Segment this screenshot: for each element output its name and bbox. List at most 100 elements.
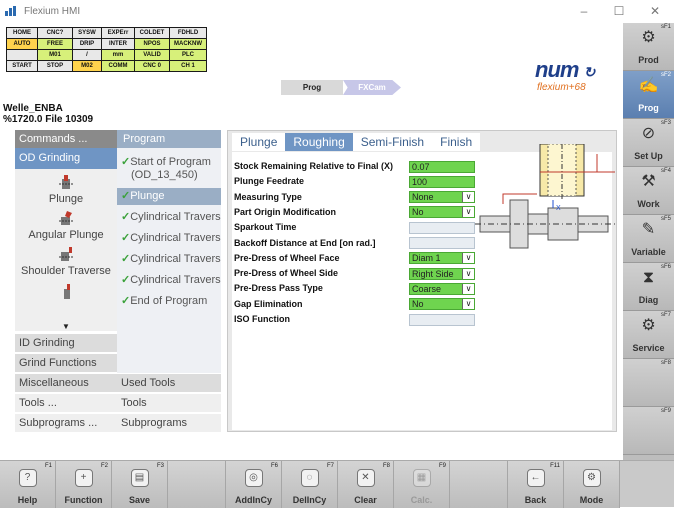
program-item[interactable]: ✓Cylindrical Travers — [117, 209, 221, 226]
fxcam-pill[interactable]: FXCam — [343, 80, 401, 95]
softkey-blank-8[interactable]: sF9 — [623, 407, 674, 455]
label-pre-dress-of-wheel-face: Pre-Dress of Wheel Face — [234, 252, 340, 263]
input-plunge-feedrate[interactable]: 100 — [409, 175, 475, 188]
logo-swirl-icon: ↻ — [583, 64, 596, 80]
command-subprograms[interactable]: Subprograms ... — [15, 413, 117, 432]
clear-icon: ✕ — [356, 469, 375, 487]
part-name: Welle_ENBA — [3, 103, 63, 114]
x-axis-label: X — [556, 205, 561, 212]
softkey-addincy[interactable]: F6 ◎ AddInCy — [226, 461, 282, 508]
softkey-fnum: F1 — [44, 463, 52, 469]
scroll-down-arrow-icon[interactable]: ▼ — [62, 322, 70, 331]
tab-roughing[interactable]: Roughing — [285, 133, 353, 151]
select-pre-dress-of-wheel-face[interactable]: Diam 1 ∨ — [409, 252, 475, 265]
select-value: Coarse — [412, 283, 442, 294]
label-pre-dress-of-wheel-side: Pre-Dress of Wheel Side — [234, 268, 339, 279]
softkey-work[interactable]: sF4 ⚒ Work — [623, 167, 674, 215]
softkey-help[interactable]: F1? Help — [0, 461, 56, 508]
tab-plunge[interactable]: Plunge — [232, 133, 286, 151]
program-item[interactable]: ✓End of Program — [117, 293, 221, 310]
chevron-down-icon[interactable]: ∨ — [462, 253, 474, 264]
softkey-back[interactable]: F11 ← Back — [508, 461, 564, 508]
softkey-save[interactable]: F3 ▤ Save — [112, 461, 168, 508]
status-cell: START — [7, 61, 37, 71]
softkey-prod[interactable]: sF1 ⚙ Prod — [623, 23, 674, 71]
softkey-label: Mode — [579, 495, 604, 505]
input-stock-remaining-relative-to-final-x[interactable]: 0.07 — [409, 160, 475, 173]
maximize-button[interactable]: ☐ — [602, 0, 636, 22]
chevron-down-icon[interactable]: ∨ — [462, 192, 474, 203]
softkey-prog[interactable]: sF2 ✍ Prog — [623, 71, 674, 119]
part-info: Welle_ENBA %1720.0 File 10309 — [3, 103, 93, 125]
input-sparkout-time[interactable] — [409, 221, 475, 234]
command-od-grinding[interactable]: OD Grinding — [15, 148, 117, 169]
save-icon: ▤ — [130, 469, 149, 487]
chevron-down-icon[interactable]: ∨ — [462, 283, 474, 294]
softkey-variable[interactable]: sF5 ✎ Variable — [623, 215, 674, 263]
subprograms-row[interactable]: Subprograms — [117, 413, 221, 432]
command-next-tool[interactable] — [15, 283, 117, 299]
command-shoulder-traverse[interactable]: Shoulder Traverse — [15, 247, 117, 277]
chevron-down-icon[interactable]: ∨ — [462, 299, 474, 310]
softkey-delincy[interactable]: F7 ◌ DelInCy — [282, 461, 338, 508]
command-tools[interactable]: Tools ... — [15, 393, 117, 412]
command-grind-functions[interactable]: Grind Functions — [15, 353, 117, 372]
program-item[interactable]: ✓Start of Program (OD_13_450) — [117, 154, 221, 184]
tools-row[interactable]: Tools — [117, 393, 221, 412]
program-item[interactable]: ✓Cylindrical Travers — [117, 251, 221, 268]
command-miscellaneous[interactable]: Miscellaneous — [15, 373, 117, 392]
close-button[interactable]: ✕ — [638, 0, 672, 22]
softkey-fnum: F3 — [156, 463, 164, 469]
select-value: Diam 1 — [412, 253, 441, 264]
chevron-down-icon[interactable]: ∨ — [462, 268, 474, 279]
tab-finish[interactable]: Finish — [432, 133, 481, 151]
program-item[interactable]: ✓Cylindrical Travers — [117, 230, 221, 247]
softkey-function[interactable]: F2 + Function — [56, 461, 112, 508]
minimize-button[interactable]: – — [567, 0, 601, 22]
softkey-mode[interactable]: ⚙ Mode — [564, 461, 620, 508]
program-item[interactable]: ✓Plunge — [117, 188, 221, 205]
softkey-calc-[interactable]: F9 ▦ Calc. — [394, 461, 450, 508]
status-cell — [7, 50, 37, 60]
command-id-grinding[interactable]: ID Grinding — [15, 333, 117, 352]
select-measuring-type[interactable]: None ∨ — [409, 191, 475, 204]
status-cell: CNC 0 — [135, 61, 169, 71]
status-cell: COLDET — [135, 28, 169, 38]
select-part-origin-modification[interactable]: No ∨ — [409, 206, 475, 219]
program-item-label: Plunge — [130, 190, 165, 202]
softkey-label: Work — [637, 199, 660, 209]
brand-text: num — [535, 57, 579, 82]
status-cell: NPOS — [135, 39, 169, 49]
select-pre-dress-pass-type[interactable]: Coarse ∨ — [409, 282, 475, 295]
used-tools-row[interactable]: Used Tools — [117, 373, 221, 392]
softkey-set-up[interactable]: sF3 ⊘ Set Up — [623, 119, 674, 167]
cycle-tabs: Plunge Roughing Semi-Finish Finish — [232, 133, 481, 151]
softkey-blank-7[interactable]: sF8 — [623, 359, 674, 407]
softkey-label: Save — [128, 495, 151, 505]
tab-semi-finish[interactable]: Semi-Finish — [352, 133, 433, 151]
app-logo-icon — [5, 6, 19, 16]
prog-pill[interactable]: Prog — [281, 80, 343, 95]
input-backoff-distance-at-end-on-rad[interactable] — [409, 237, 475, 249]
softkey-fnum: sF8 — [660, 360, 671, 366]
delete-in-cycle-icon: ◌ — [300, 469, 319, 487]
input-iso-function[interactable] — [409, 313, 475, 326]
chevron-down-icon[interactable]: ∨ — [462, 207, 474, 218]
softkey-label: Diag — [638, 295, 659, 305]
program-header: Program — [117, 130, 221, 148]
service-gear-icon: ⚙ — [641, 317, 656, 334]
check-icon: ✓ — [121, 156, 131, 168]
softkey-service[interactable]: sF7 ⚙ Service — [623, 311, 674, 359]
softkey-clear[interactable]: F8 ✕ Clear — [338, 461, 394, 508]
program-item-label: Cylindrical Travers — [130, 253, 221, 265]
select-gap-elimination[interactable]: No ∨ — [409, 298, 475, 311]
program-item-label: Cylindrical Travers — [130, 274, 221, 286]
commands-header[interactable]: Commands ... — [15, 130, 117, 148]
program-item[interactable]: ✓Cylindrical Travers — [117, 272, 221, 289]
softkey-diag[interactable]: sF6 ⧗ Diag — [623, 263, 674, 311]
command-angular-plunge[interactable]: Angular Plunge — [15, 211, 117, 241]
select-value: No — [412, 299, 424, 310]
command-plunge[interactable]: Plunge — [15, 175, 117, 205]
select-pre-dress-of-wheel-side[interactable]: Right Side ∨ — [409, 267, 475, 280]
softkey-fnum: sF9 — [660, 408, 671, 414]
